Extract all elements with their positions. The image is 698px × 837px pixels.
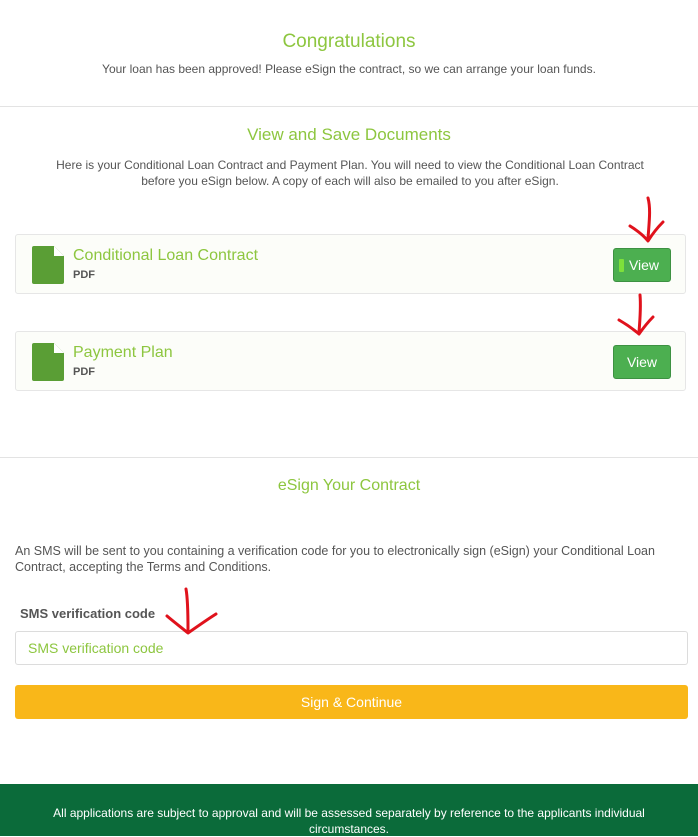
hand-drawn-arrow-icon [628, 196, 665, 243]
sms-code-input[interactable] [15, 631, 688, 665]
footer-disclaimer: All applications are subject to approval… [53, 806, 645, 836]
footer: All applications are subject to approval… [0, 784, 698, 836]
divider [0, 457, 698, 458]
file-icon [32, 246, 64, 284]
document-card-contract: Conditional Loan Contract PDF View [15, 234, 686, 294]
approval-message: Your loan has been approved! Please eSig… [102, 62, 596, 76]
view-payment-plan-button[interactable]: View [613, 345, 671, 379]
esign-section-title: eSign Your Contract [277, 477, 421, 494]
view-contract-button[interactable]: View [613, 248, 671, 282]
file-icon [32, 343, 64, 381]
sms-code-label: SMS verification code [20, 606, 156, 621]
text-cursor-highlight [619, 259, 624, 272]
documents-description: Here is your Conditional Loan Contract a… [56, 158, 644, 188]
page-title: Congratulations [282, 31, 416, 52]
document-type: PDF [73, 366, 95, 378]
esign-description: An SMS will be sent to you containing a … [15, 544, 655, 574]
view-button-label: View [628, 257, 660, 273]
sign-and-continue-button[interactable]: Sign & Continue [15, 685, 688, 719]
hand-drawn-arrow-icon [165, 587, 218, 635]
document-type: PDF [73, 269, 95, 281]
document-name: Payment Plan [73, 344, 173, 361]
hand-drawn-arrow-icon [617, 293, 655, 336]
document-card-payment-plan: Payment Plan PDF View [15, 331, 686, 391]
view-button-label: View [626, 354, 658, 370]
documents-section-title: View and Save Documents [247, 125, 451, 144]
divider [0, 106, 698, 107]
document-name: Conditional Loan Contract [73, 247, 259, 264]
